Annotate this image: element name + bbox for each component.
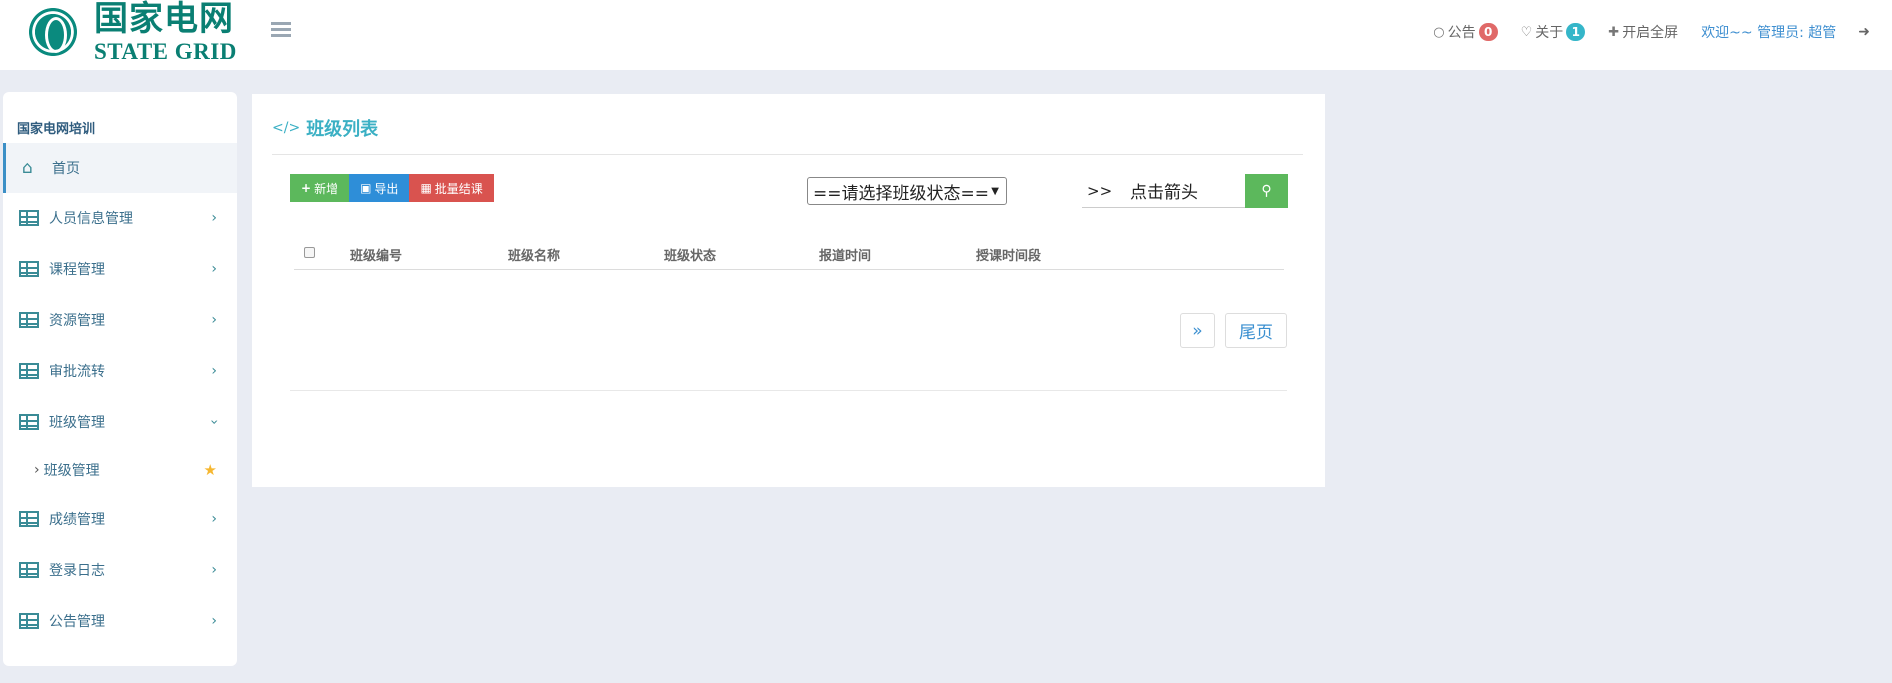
sidebar-item-home[interactable]: ⌂ 首页 <box>3 143 237 193</box>
sidebar-item-label: 公告管理 <box>49 614 105 630</box>
logo-en-text: STATE GRID <box>94 38 237 64</box>
fullscreen-link[interactable]: ✚ 开启全屏 <box>1608 22 1678 42</box>
table-icon <box>19 363 39 379</box>
state-grid-logo: 国家电网 STATE GRID <box>26 0 237 64</box>
star-icon: ★ <box>203 461 217 479</box>
column-header: 班级状态 <box>664 249 717 264</box>
plus-icon: + <box>301 181 312 195</box>
sidebar-item-resources[interactable]: 资源管理 › <box>3 295 237 345</box>
class-status-select-value: ==请选择班级状态== <box>813 183 989 204</box>
sidebar-item-label: 审批流转 <box>49 364 105 380</box>
sidebar-item-grades[interactable]: 成绩管理 › <box>3 494 237 544</box>
search-input[interactable] <box>1122 174 1245 207</box>
top-header: 国家电网 STATE GRID ○ 公告 0 ♡ 关于 1 ✚ 开启全屏 欢迎~… <box>0 0 1892 70</box>
divider <box>272 154 1303 155</box>
table-icon <box>19 511 39 527</box>
welcome-user[interactable]: 欢迎~~ 管理员: 超管 <box>1701 22 1836 42</box>
sidebar-item-login-log[interactable]: 登录日志 › <box>3 545 237 595</box>
about-count-badge: 1 <box>1566 23 1586 41</box>
sidebar-item-announcements[interactable]: 公告管理 › <box>3 596 237 646</box>
sidebar-item-courses[interactable]: 课程管理 › <box>3 244 237 294</box>
table-icon <box>19 414 39 430</box>
class-status-select[interactable]: ==请选择班级状态== ▼ <box>807 177 1007 205</box>
batch-end-button[interactable]: ▦ 批量结课 <box>409 174 494 202</box>
sidebar-item-personnel[interactable]: 人员信息管理 › <box>3 193 237 243</box>
table-header: 班级编号 班级名称 班级状态 报道时间 授课时间段 <box>294 242 1284 270</box>
search-prefix: >> <box>1087 181 1113 200</box>
export-icon: ▣ <box>360 181 372 195</box>
page-title-text: 班级列表 <box>306 119 379 140</box>
code-icon: </> <box>272 120 301 136</box>
sidebar-item-label: 资源管理 <box>49 313 105 329</box>
logout-icon[interactable]: ➜ <box>1858 24 1870 40</box>
export-button[interactable]: ▣ 导出 <box>349 174 410 202</box>
pagination: » <box>1180 313 1215 348</box>
bell-icon: ♡ <box>1520 24 1533 40</box>
state-grid-emblem-icon <box>26 3 80 61</box>
chevron-right-icon: › <box>34 462 40 478</box>
sidebar-item-label: 首页 <box>52 161 80 177</box>
sidebar-item-label: 成绩管理 <box>49 512 105 528</box>
chevron-down-icon: › <box>206 419 223 425</box>
expand-icon: ✚ <box>1608 24 1620 40</box>
search-bar: >> ⚲ <box>1082 173 1288 208</box>
next-page-button[interactable]: » <box>1180 313 1215 348</box>
page-title: </> 班级列表 <box>272 115 378 141</box>
table-icon <box>19 312 39 328</box>
last-page-button[interactable]: 尾页 <box>1225 313 1287 348</box>
class-list-panel: </> 班级列表 + 新增 ▣ 导出 ▦ 批量结课 ==请选择班级状态== ▼ … <box>252 94 1325 487</box>
table-icon <box>19 562 39 578</box>
chevron-right-icon: › <box>211 511 217 527</box>
sidebar-item-approval[interactable]: 审批流转 › <box>3 346 237 396</box>
sidebar-item-label: 登录日志 <box>49 563 105 579</box>
chevron-right-icon: › <box>211 210 217 226</box>
column-header: 授课时间段 <box>976 249 1042 264</box>
sidebar-item-classes[interactable]: 班级管理 › <box>3 397 237 447</box>
table-icon <box>19 261 39 277</box>
chevron-right-icon: › <box>211 613 217 629</box>
sidebar-item-label: 课程管理 <box>49 262 105 278</box>
chevron-right-icon: › <box>211 363 217 379</box>
logo-cn-text: 国家电网 <box>94 0 234 39</box>
chevron-right-icon: › <box>211 562 217 578</box>
home-icon: ⌂ <box>22 158 33 178</box>
chevron-right-icon: › <box>211 312 217 328</box>
table-icon <box>19 613 39 629</box>
column-header: 报道时间 <box>819 249 872 264</box>
about-label: 关于 <box>1535 25 1564 41</box>
trash-icon: ▦ <box>420 181 432 195</box>
sidebar-toggle-icon[interactable] <box>271 22 291 40</box>
select-all-checkbox[interactable] <box>304 247 315 258</box>
about-link[interactable]: ♡ 关于 1 <box>1521 22 1586 42</box>
fullscreen-label: 开启全屏 <box>1622 25 1679 41</box>
action-buttons: + 新增 ▣ 导出 ▦ 批量结课 <box>290 174 494 202</box>
add-button-label: 新增 <box>314 181 339 196</box>
sidebar-item-label: 人员信息管理 <box>49 211 133 227</box>
notice-count-badge: 0 <box>1478 23 1498 41</box>
column-header: 班级编号 <box>350 249 403 264</box>
table-icon <box>19 210 39 226</box>
logo-text: 国家电网 STATE GRID <box>94 2 237 63</box>
top-nav: ○ 公告 0 ♡ 关于 1 ✚ 开启全屏 欢迎~~ 管理员: 超管 ➜ <box>1410 22 1870 42</box>
notice-link[interactable]: ○ 公告 0 <box>1433 22 1498 42</box>
sidebar-title: 国家电网培训 <box>17 122 96 137</box>
sidebar-subitem-label: 班级管理 <box>43 463 100 479</box>
comment-icon: ○ <box>1433 24 1445 40</box>
batch-end-button-label: 批量结课 <box>434 181 483 196</box>
notice-label: 公告 <box>1447 25 1476 41</box>
sidebar-item-label: 班级管理 <box>49 415 105 431</box>
divider <box>290 390 1287 391</box>
export-button-label: 导出 <box>374 181 399 196</box>
sidebar-subitem-classes[interactable]: › 班级管理 ★ <box>3 450 237 490</box>
caret-down-icon: ▼ <box>991 185 999 197</box>
pagination-last: 尾页 <box>1225 313 1287 348</box>
search-button[interactable]: ⚲ <box>1245 173 1288 208</box>
chevron-right-icon: › <box>211 261 217 277</box>
column-header: 班级名称 <box>508 249 561 264</box>
sidebar: 国家电网培训 ⌂ 首页 人员信息管理 › 课程管理 › 资源管理 › 审批流转 … <box>3 92 237 666</box>
search-icon: ⚲ <box>1261 182 1272 199</box>
add-button[interactable]: + 新增 <box>290 174 350 202</box>
